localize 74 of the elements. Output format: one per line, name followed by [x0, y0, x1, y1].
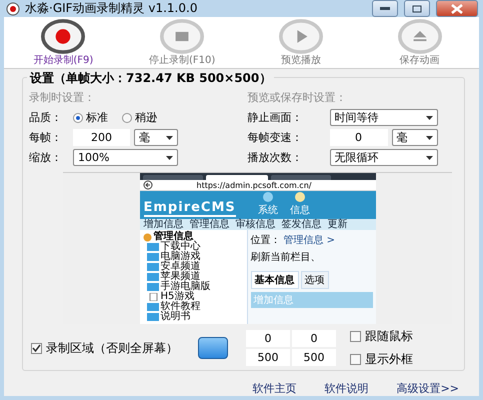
minimize-button[interactable] [372, 0, 398, 17]
folder-icon [146, 263, 158, 271]
dropdown-arrow-icon [166, 156, 173, 160]
coordinate-field[interactable]: 500 [246, 349, 290, 366]
folder-icon [146, 253, 158, 261]
coordinate-field[interactable]: 0 [246, 330, 290, 347]
radio-option[interactable]: 稍逊 [122, 110, 157, 125]
region-checkbox[interactable]: 录制区域（否则全屏幕） [31, 340, 178, 356]
group-title: 设置（单帧大小：732.47 KB 500×500） [27, 70, 274, 87]
field-label: 品质： [29, 110, 63, 125]
tree-item[interactable]: 下载中心 [160, 242, 200, 252]
dropdown-arrow-icon [166, 136, 173, 140]
unit-dropdown[interactable]: 毫 [392, 129, 438, 146]
folder-icon [146, 243, 158, 251]
site-logo: EmpireCMS [144, 200, 236, 217]
tree-item[interactable]: 手游电脑版 [160, 282, 210, 292]
input-field[interactable]: 0 [330, 129, 388, 146]
refresh-text: 刷新当前栏目、 [250, 250, 322, 264]
still-dropdown[interactable]: 时间等待 [330, 109, 438, 126]
back-icon[interactable] [142, 180, 152, 190]
tree-item[interactable]: 电脑游戏 [160, 252, 200, 262]
scale-dropdown[interactable]: 100% [73, 149, 178, 166]
window-title: 水淼·GIF动画录制精灵 v1.1.0.0 [25, 0, 198, 17]
minimize-icon [380, 6, 390, 10]
menu-item[interactable]: 增加信息 [144, 219, 184, 230]
dropdown-arrow-icon [426, 136, 432, 140]
checkmark-icon [32, 344, 41, 352]
field-label: 播放次数： [248, 150, 304, 165]
coordinate-field[interactable]: 0 [292, 330, 336, 347]
section-heading: 预览或保存时设置： [248, 90, 348, 106]
folder-icon [146, 303, 158, 311]
panel-header: 增加信息 [250, 292, 372, 308]
tree-item[interactable]: 管理信息 [154, 232, 194, 242]
menu-item[interactable]: 管理信息 [190, 219, 230, 230]
page-tab[interactable]: 选项 [300, 271, 328, 289]
coordinate-field[interactable]: 500 [292, 349, 336, 366]
section-heading: 录制时设置： [29, 90, 96, 106]
location-label: 位置： [250, 234, 280, 247]
footer-link[interactable]: 软件说明 [324, 381, 369, 396]
dropdown-arrow-icon [426, 116, 432, 120]
tree-item[interactable]: H5游戏 [160, 292, 194, 302]
close-button[interactable] [436, 0, 478, 17]
radio-option[interactable]: 标准 [73, 110, 108, 125]
footer-link[interactable]: 高级设置>> [396, 381, 459, 396]
unit-dropdown[interactable]: 毫 [134, 129, 178, 146]
input-field[interactable]: 200 [73, 129, 130, 146]
field-label: 缩放： [29, 150, 63, 165]
page-icon [146, 293, 158, 301]
option-checkbox[interactable]: 显示外框 [350, 351, 413, 368]
location-link[interactable]: 管理信息 > [284, 233, 336, 247]
option-checkbox[interactable]: 跟随鼠标 [350, 328, 413, 345]
dropdown-arrow-icon [426, 156, 432, 160]
address-field[interactable]: https://admin.pcsoft.com.cn/ [196, 180, 312, 190]
folder-icon [146, 283, 158, 291]
tree-item[interactable]: 说明书 [160, 312, 190, 322]
folder-icon [146, 273, 158, 281]
tree-item[interactable]: 软件教程 [160, 302, 200, 312]
close-icon [451, 4, 463, 14]
field-label: 每帧变速： [248, 130, 304, 145]
menu-item[interactable]: 更新 [328, 219, 348, 230]
select-region-button[interactable] [198, 337, 228, 359]
maximize-icon [412, 4, 422, 12]
menu-item[interactable]: 审核信息 [236, 219, 276, 230]
tree-item[interactable]: 安卓频道 [160, 262, 200, 272]
folder-icon [146, 313, 158, 321]
page-tab[interactable]: 基本信息 [250, 271, 298, 289]
field-label: 静止画面： [248, 110, 304, 125]
toolbar-button[interactable]: 开始录制(F9) [4, 17, 123, 68]
tree-item[interactable]: 苹果频道 [160, 272, 200, 282]
menu-item[interactable]: 签发信息 [282, 219, 322, 230]
loops-dropdown[interactable]: 无限循环 [330, 149, 438, 166]
footer-link[interactable]: 软件主页 [252, 381, 297, 396]
field-label: 每帧： [29, 130, 63, 145]
maximize-button[interactable] [404, 0, 430, 17]
